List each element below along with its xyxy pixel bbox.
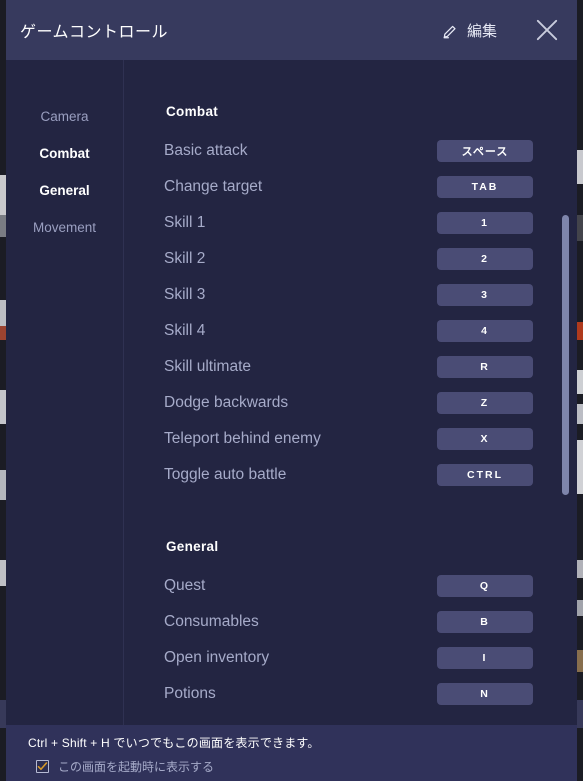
bindings-list: Combat Basic attack スペース Change target T… (124, 60, 577, 712)
binding-label: Open inventory (164, 649, 270, 666)
key-chip[interactable]: X (437, 428, 533, 450)
edit-button[interactable]: 編集 (432, 14, 507, 47)
sidebar-item-combat[interactable]: Combat (6, 135, 123, 172)
sidebar-item-camera[interactable]: Camera (6, 98, 123, 135)
binding-row: Skill ultimate R (164, 349, 577, 385)
sidebar-item-general[interactable]: General (6, 172, 123, 209)
binding-label: Basic attack (164, 142, 248, 159)
binding-label: Change target (164, 178, 263, 195)
binding-label: Quest (164, 577, 206, 594)
titlebar-actions: 編集 (432, 8, 577, 52)
show-on-startup-label: この画面を起動時に表示する (58, 760, 215, 774)
key-chip[interactable]: スペース (437, 140, 533, 162)
page-title: ゲームコントロール (20, 24, 169, 41)
section-general: General Quest Q Consumables B Open inven… (164, 539, 577, 712)
binding-row: Change target TAB (164, 169, 577, 205)
key-chip[interactable]: B (437, 611, 533, 633)
screen: ゲームコントロール 編集 Camera Combat General Movem… (0, 0, 583, 781)
binding-row: Skill 1 1 (164, 205, 577, 241)
vertical-scrollbar[interactable] (562, 60, 569, 725)
binding-label: Toggle auto battle (164, 466, 287, 483)
binding-row: Dodge backwards Z (164, 385, 577, 421)
bindings-scroll-area[interactable]: Combat Basic attack スペース Change target T… (124, 60, 577, 725)
binding-row: Quest Q (164, 568, 577, 604)
checkmark-icon (37, 762, 48, 771)
key-chip[interactable]: Z (437, 392, 533, 414)
shortcut-hint: Ctrl + Shift + H でいつでもこの画面を表示できます。 (28, 736, 320, 750)
close-button[interactable] (525, 8, 569, 52)
binding-label: Teleport behind enemy (164, 430, 321, 447)
pencil-icon (443, 25, 456, 38)
dialog-titlebar: ゲームコントロール 編集 (6, 0, 577, 60)
section-combat: Combat Basic attack スペース Change target T… (164, 104, 577, 493)
key-chip[interactable]: 4 (437, 320, 533, 342)
category-sidebar: Camera Combat General Movement (6, 60, 124, 725)
scrollbar-thumb[interactable] (562, 215, 569, 495)
binding-row: Skill 2 2 (164, 241, 577, 277)
section-title: General (166, 539, 219, 554)
edit-button-label: 編集 (466, 22, 497, 40)
binding-label: Skill 1 (164, 214, 206, 231)
key-chip[interactable]: 2 (437, 248, 533, 270)
game-controls-dialog: ゲームコントロール 編集 Camera Combat General Movem… (6, 0, 577, 781)
binding-label: Potions (164, 685, 216, 702)
dialog-body: Camera Combat General Movement Combat Ba… (6, 60, 577, 725)
binding-label: Skill 4 (164, 322, 206, 339)
binding-row: Toggle auto battle CTRL (164, 457, 577, 493)
binding-row: Open inventory I (164, 640, 577, 676)
binding-row: Consumables B (164, 604, 577, 640)
show-on-startup-checkbox[interactable] (36, 760, 49, 773)
binding-label: Dodge backwards (164, 394, 289, 411)
binding-label: Skill 3 (164, 286, 206, 303)
binding-row: Skill 3 3 (164, 277, 577, 313)
close-icon (536, 19, 558, 41)
binding-label: Skill ultimate (164, 358, 251, 375)
binding-row: Basic attack スペース (164, 133, 577, 169)
binding-row: Teleport behind enemy X (164, 421, 577, 457)
sidebar-item-movement[interactable]: Movement (6, 209, 123, 246)
key-chip[interactable]: CTRL (437, 464, 533, 486)
binding-row: Potions N (164, 676, 577, 712)
key-chip[interactable]: Q (437, 575, 533, 597)
binding-label: Consumables (164, 613, 259, 630)
key-chip[interactable]: TAB (437, 176, 533, 198)
key-chip[interactable]: R (437, 356, 533, 378)
key-chip[interactable]: 1 (437, 212, 533, 234)
section-title: Combat (166, 104, 219, 119)
key-chip[interactable]: N (437, 683, 533, 705)
key-chip[interactable]: I (437, 647, 533, 669)
key-chip[interactable]: 3 (437, 284, 533, 306)
binding-label: Skill 2 (164, 250, 206, 267)
show-on-startup-row[interactable]: この画面を起動時に表示する (28, 758, 577, 775)
dialog-footer: Ctrl + Shift + H でいつでもこの画面を表示できます。 この画面を… (6, 725, 577, 781)
binding-row: Skill 4 4 (164, 313, 577, 349)
